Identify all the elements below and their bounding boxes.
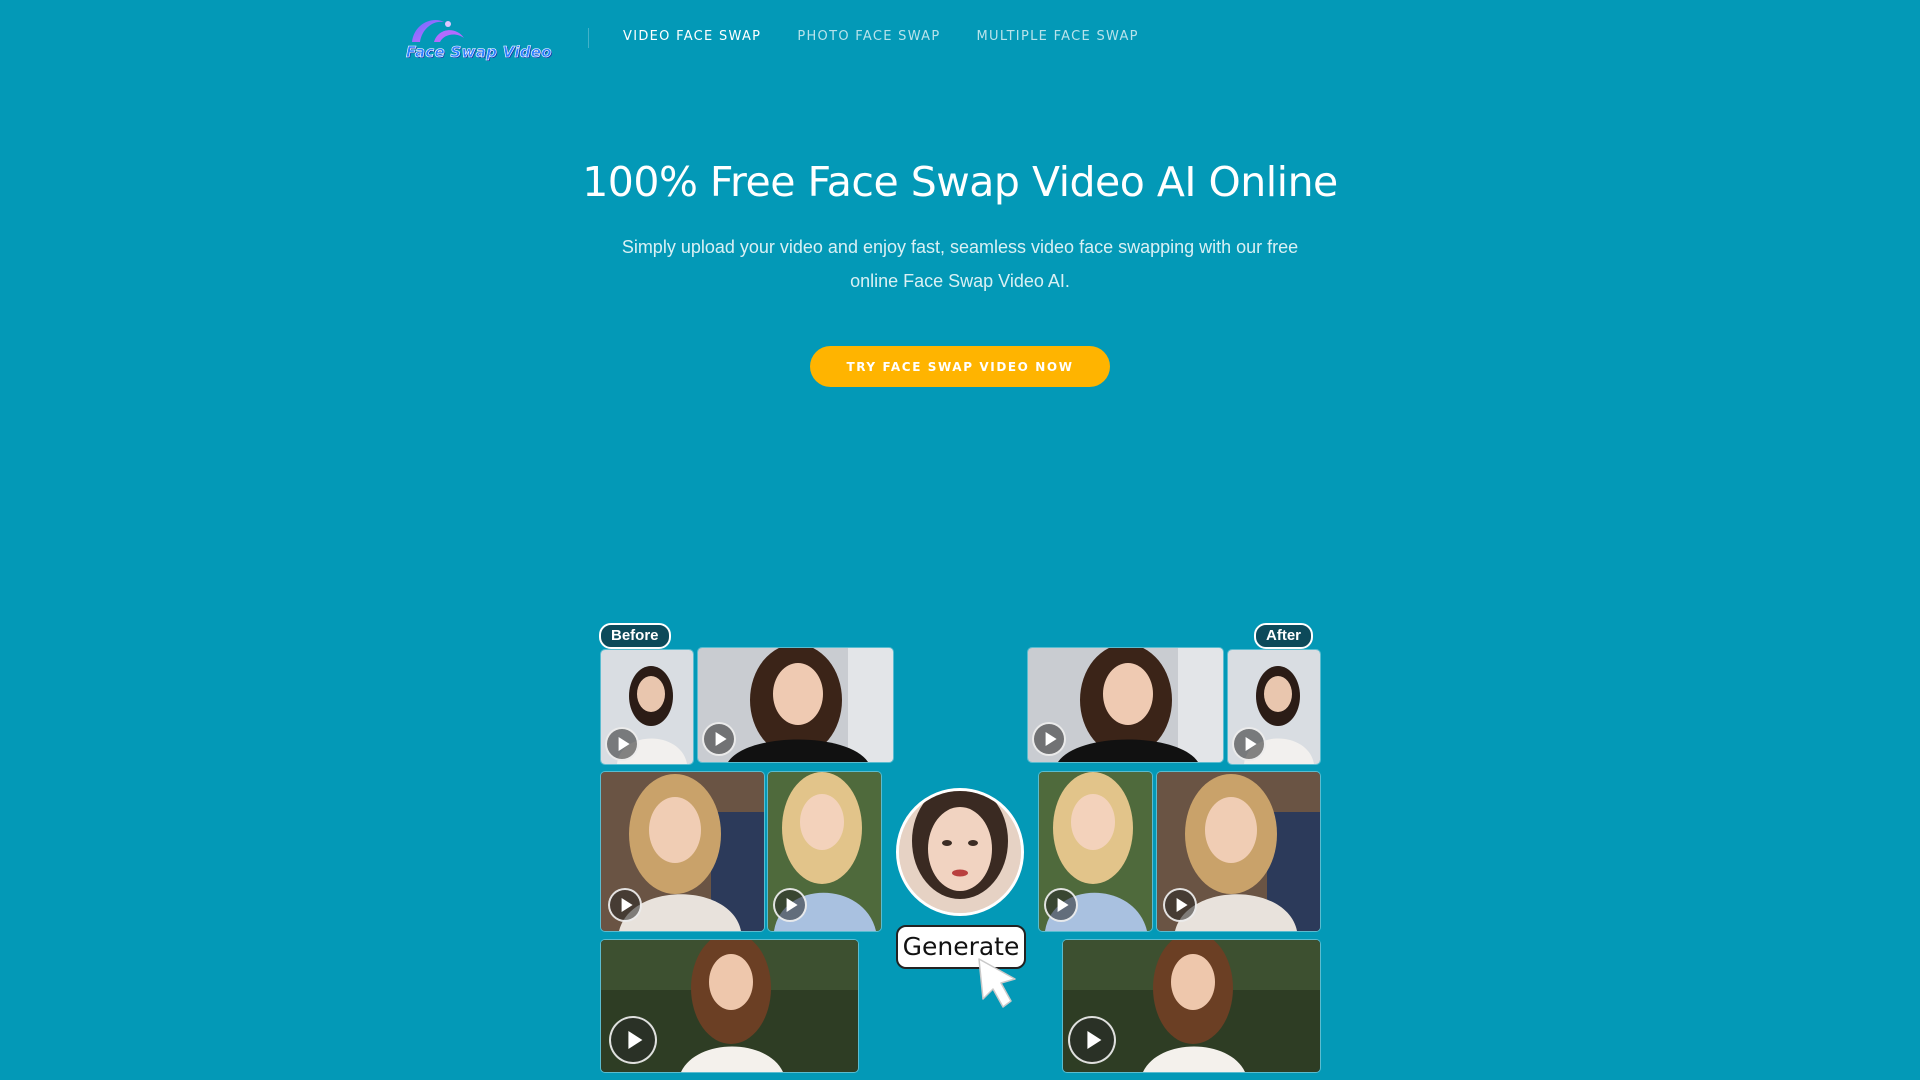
- before-thumb-1[interactable]: [601, 650, 693, 764]
- play-icon[interactable]: [605, 727, 639, 761]
- before-thumb-4[interactable]: [768, 772, 881, 931]
- before-label: Before: [599, 623, 671, 649]
- after-thumb-2[interactable]: [1228, 650, 1320, 764]
- play-icon[interactable]: [1044, 888, 1078, 922]
- site-logo[interactable]: Face Swap Video: [404, 12, 556, 64]
- after-thumb-3[interactable]: [1039, 772, 1152, 931]
- play-icon[interactable]: [773, 888, 807, 922]
- play-icon[interactable]: [1163, 888, 1197, 922]
- after-thumb-4[interactable]: [1157, 772, 1320, 931]
- try-face-swap-button[interactable]: TRY FACE SWAP VIDEO NOW: [810, 346, 1110, 387]
- hero-title: 100% Free Face Swap Video AI Online: [582, 158, 1338, 206]
- nav-divider: [588, 28, 589, 48]
- play-icon[interactable]: [608, 888, 642, 922]
- before-thumb-5[interactable]: [601, 940, 858, 1072]
- cursor-arrow-icon: [978, 958, 1016, 1008]
- play-icon[interactable]: [702, 722, 736, 756]
- play-icon[interactable]: [609, 1016, 657, 1064]
- nav-link-multiple-face-swap[interactable]: MULTIPLE FACE SWAP: [976, 29, 1138, 44]
- nav-link-photo-face-swap[interactable]: PHOTO FACE SWAP: [797, 29, 940, 44]
- before-thumb-2[interactable]: [698, 648, 893, 762]
- after-thumb-1[interactable]: [1028, 648, 1223, 762]
- hero-subtitle: Simply upload your video and enjoy fast,…: [621, 237, 1299, 291]
- top-nav: Face Swap Video VIDEO FACE SWAP PHOTO FA…: [0, 0, 1920, 76]
- before-thumb-3[interactable]: [601, 772, 764, 931]
- source-face-image[interactable]: [896, 788, 1024, 916]
- main-nav: VIDEO FACE SWAP PHOTO FACE SWAP MULTIPLE…: [623, 29, 1175, 44]
- play-icon[interactable]: [1068, 1016, 1116, 1064]
- play-icon[interactable]: [1232, 727, 1266, 761]
- play-icon[interactable]: [1032, 722, 1066, 756]
- after-thumb-5[interactable]: [1063, 940, 1320, 1072]
- logo-text: Face Swap Video: [406, 43, 552, 62]
- after-label: After: [1254, 623, 1314, 649]
- nav-link-video-face-swap[interactable]: VIDEO FACE SWAP: [623, 29, 761, 44]
- source-face-portrait: [899, 791, 1021, 913]
